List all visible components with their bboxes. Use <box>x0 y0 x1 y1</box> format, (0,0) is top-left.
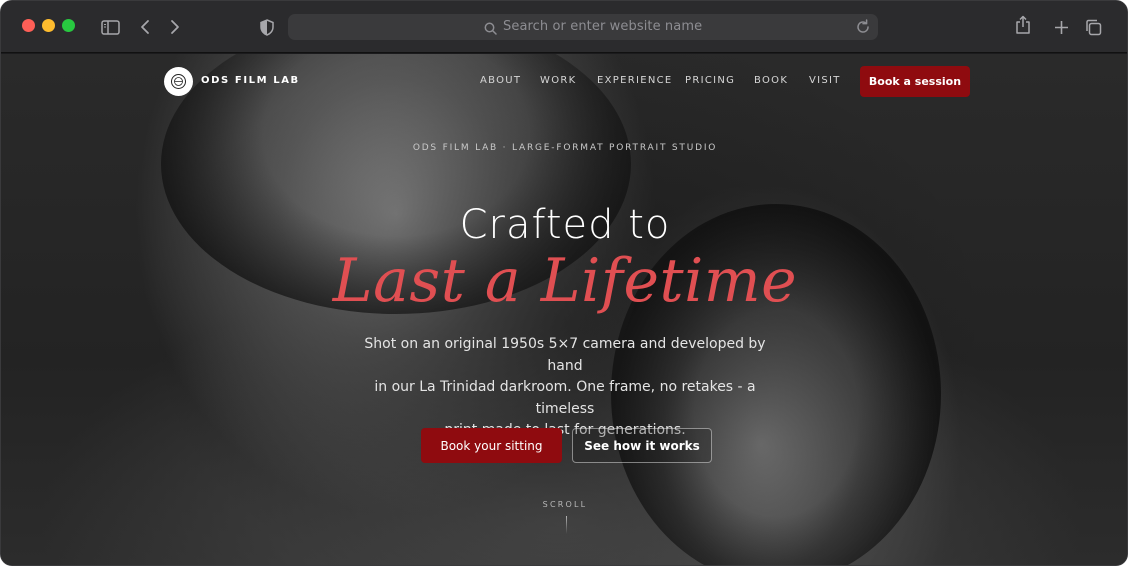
chevron-right-icon[interactable] <box>168 17 182 37</box>
address-bar[interactable]: Search or enter website name <box>288 14 878 40</box>
browser-window: Search or enter website name ODS FILM LA… <box>0 0 1128 566</box>
plus-icon[interactable] <box>1052 17 1070 37</box>
site-logo-text[interactable]: ODS FILM LAB <box>201 75 300 86</box>
share-icon[interactable] <box>1014 15 1032 35</box>
nav-experience[interactable]: EXPERIENCE <box>597 75 673 86</box>
book-session-button[interactable]: Book a session <box>860 66 970 97</box>
site-logo[interactable] <box>164 67 193 96</box>
page-viewport: ODS FILM LAB ABOUT WORK EXPERIENCE PRICI… <box>1 54 1127 565</box>
scroll-indicator-label[interactable]: SCROLL <box>1 500 1127 509</box>
maximize-window-button[interactable] <box>62 19 75 32</box>
close-window-button[interactable] <box>22 19 35 32</box>
hero-description-line: print made to last for generations. <box>444 422 686 438</box>
scroll-indicator-line <box>566 516 567 534</box>
hero-description-line: Shot on an original 1950s 5×7 camera and… <box>364 336 766 374</box>
logo-emblem-icon <box>171 74 186 89</box>
nav-book[interactable]: BOOK <box>754 75 788 86</box>
nav-about[interactable]: ABOUT <box>480 75 521 86</box>
book-sitting-button[interactable]: Book your sitting <box>421 428 562 463</box>
nav-work[interactable]: WORK <box>540 75 576 86</box>
browser-toolbar: Search or enter website name <box>1 1 1127 53</box>
nav-visit[interactable]: VISIT <box>809 75 841 86</box>
hero-title-line1: Crafted to <box>459 202 671 248</box>
see-how-it-works-button[interactable]: See how it works <box>572 428 712 463</box>
hero-description-line: in our La Trinidad darkroom. One frame, … <box>374 379 756 417</box>
sidebar-icon[interactable] <box>100 17 120 37</box>
minimize-window-button[interactable] <box>42 19 55 32</box>
reload-icon[interactable] <box>854 18 872 40</box>
chevron-left-icon[interactable] <box>138 17 152 37</box>
nav-pricing[interactable]: PRICING <box>685 75 735 86</box>
address-placeholder: Search or enter website name <box>503 19 703 34</box>
hero-title-line2: Last a Lifetime <box>332 246 798 316</box>
hero-description: Shot on an original 1950s 5×7 camera and… <box>355 334 775 442</box>
shield-icon[interactable] <box>259 17 275 37</box>
search-icon <box>484 20 497 39</box>
tabs-overview-icon[interactable] <box>1084 17 1102 37</box>
hero-eyebrow: ODS FILM LAB · LARGE-FORMAT PORTRAIT STU… <box>412 143 718 153</box>
